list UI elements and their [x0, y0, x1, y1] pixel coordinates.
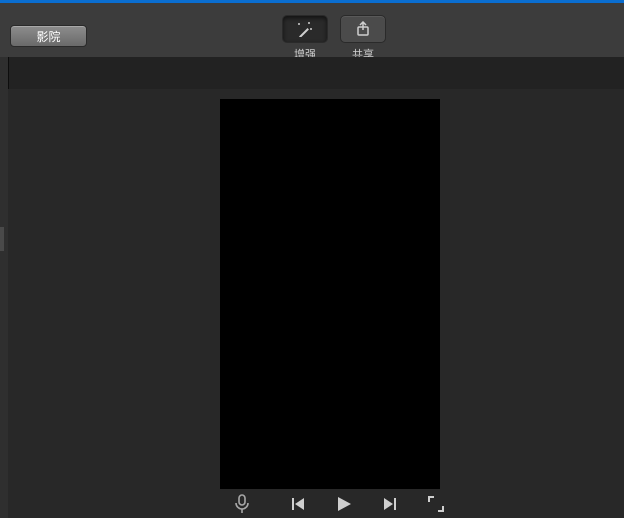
- microphone-icon: [234, 494, 250, 514]
- enhance-item: 增强: [282, 15, 328, 62]
- play-button[interactable]: [332, 492, 356, 516]
- theater-label: 影院: [36, 28, 60, 45]
- fullscreen-button[interactable]: [424, 492, 448, 516]
- theater-button[interactable]: 影院: [10, 25, 87, 47]
- previous-button[interactable]: [286, 492, 310, 516]
- next-button[interactable]: [378, 492, 402, 516]
- share-button[interactable]: [340, 15, 386, 43]
- viewer-area: [8, 89, 624, 518]
- next-icon: [382, 496, 398, 512]
- playback-bar: [8, 490, 624, 518]
- wand-icon: [295, 21, 315, 37]
- share-item: 共享: [340, 15, 386, 62]
- previous-icon: [290, 496, 306, 512]
- voiceover-record-button[interactable]: [230, 492, 254, 516]
- video-preview[interactable]: [220, 99, 440, 489]
- adjustments-toolbar: 全部还原: [0, 57, 624, 90]
- sidebar-handle[interactable]: [0, 227, 4, 251]
- play-icon: [335, 495, 353, 513]
- top-action-group: 增强 共享: [282, 15, 386, 62]
- enhance-button[interactable]: [282, 15, 328, 43]
- share-icon: [355, 21, 371, 37]
- transport-controls: [286, 492, 402, 516]
- fullscreen-icon: [427, 495, 445, 513]
- top-toolbar: 影院 增强 共享: [0, 3, 624, 58]
